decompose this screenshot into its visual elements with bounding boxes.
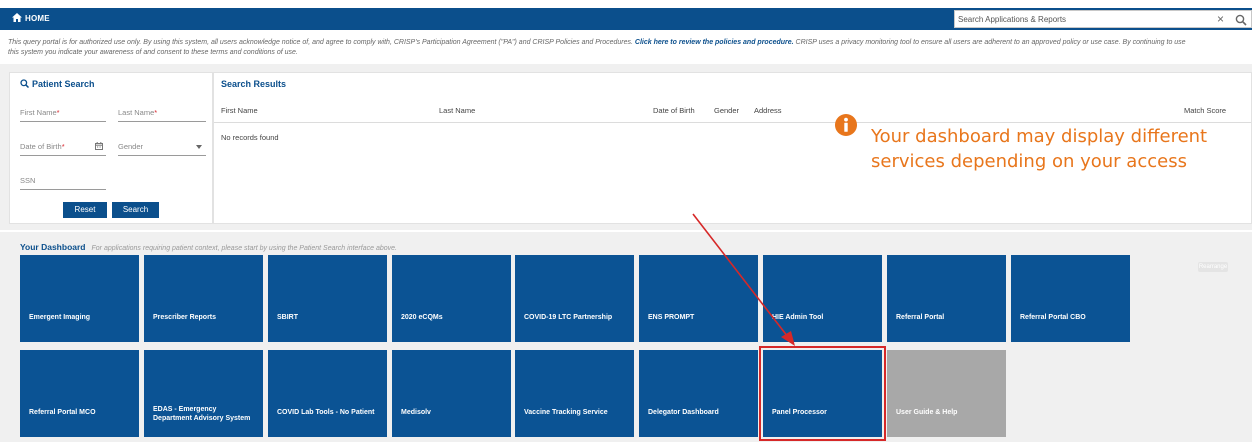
search-icon xyxy=(20,79,29,88)
tile-emergent-imaging[interactable]: Emergent Imaging xyxy=(20,255,139,342)
first-name-label: First Name xyxy=(20,108,57,117)
tile-2020-ecqms[interactable]: 2020 eCQMs xyxy=(392,255,511,342)
date-of-birth-field[interactable]: Date of Birth* xyxy=(20,140,106,156)
column-header-match-score[interactable]: Match Score xyxy=(1184,106,1226,115)
tile-user-guide-help[interactable]: User Guide & Help xyxy=(887,350,1006,437)
gender-label: Gender xyxy=(118,142,144,151)
tile-medisolv[interactable]: Medisolv xyxy=(392,350,511,437)
required-mark: * xyxy=(61,142,65,151)
no-records-message: No records found xyxy=(221,133,279,142)
rearrange-button[interactable]: Rearrange xyxy=(1198,262,1228,272)
search-results-title: Search Results xyxy=(221,79,287,89)
column-header-last-name[interactable]: Last Name xyxy=(439,106,475,115)
home-label: HOME xyxy=(25,14,50,23)
tile-panel-processor[interactable]: Panel Processor xyxy=(763,350,882,437)
ssn-field[interactable]: SSN xyxy=(20,174,106,190)
gender-select[interactable]: Gender xyxy=(118,140,206,156)
dob-label: Date of Birth xyxy=(20,142,62,151)
column-header-first-name[interactable]: First Name xyxy=(221,106,258,115)
patient-search-title: Patient Search xyxy=(20,79,95,89)
last-name-field[interactable]: Last Name* xyxy=(118,106,206,122)
required-mark: * xyxy=(154,108,158,117)
dashboard-title: Your Dashboard For applications requiring… xyxy=(20,242,397,252)
required-mark: * xyxy=(56,108,60,117)
info-icon xyxy=(835,114,857,136)
patient-search-panel: Patient Search First Name* Last Name* Da… xyxy=(9,72,213,224)
app-search-box: × xyxy=(954,10,1252,28)
policies-link[interactable]: Click here to review the policies and pr… xyxy=(635,39,794,46)
tile-delegator-dashboard[interactable]: Delegator Dashboard xyxy=(639,350,758,437)
home-link[interactable]: HOME xyxy=(12,8,50,30)
tile-covid-19-ltc-partnership[interactable]: COVID-19 LTC Partnership xyxy=(515,255,634,342)
column-header-gender[interactable]: Gender xyxy=(714,106,739,115)
column-header-date-of-birth[interactable]: Date of Birth xyxy=(653,106,695,115)
tile-referral-portal[interactable]: Referral Portal xyxy=(887,255,1006,342)
patient-search-title-text: Patient Search xyxy=(32,79,95,89)
tile-ens-prompt[interactable]: ENS PROMPT xyxy=(639,255,758,342)
usage-disclaimer: This query portal is for authorized use … xyxy=(8,38,1252,58)
disclaimer-line-2: this system you indicate your awareness … xyxy=(8,49,298,56)
reset-button[interactable]: Reset xyxy=(63,202,107,218)
dashboard-hint: For applications requiring patient conte… xyxy=(91,245,397,252)
tile-referral-portal-cbo[interactable]: Referral Portal CBO xyxy=(1011,255,1130,342)
disclaimer-text-continued: CRISP uses a privacy monitoring tool to … xyxy=(793,39,1186,46)
search-button[interactable]: Search xyxy=(112,202,159,218)
app-search-input[interactable] xyxy=(958,12,1198,26)
chevron-down-icon xyxy=(196,145,202,149)
dashboard-title-text: Your Dashboard xyxy=(20,242,86,252)
calendar-icon[interactable] xyxy=(95,142,103,150)
dashboard-callout-text: Your dashboard may display different ser… xyxy=(871,126,1208,172)
ssn-label: SSN xyxy=(20,176,36,185)
search-icon[interactable] xyxy=(1235,14,1247,26)
top-nav-bar: HOME × xyxy=(0,8,1252,30)
disclaimer-text: This query portal is for authorized use … xyxy=(8,39,635,46)
home-icon xyxy=(12,13,22,22)
tile-sbirt[interactable]: SBIRT xyxy=(268,255,387,342)
results-table-header: First Name Last Name Date of Birth Gende… xyxy=(214,97,1251,123)
clear-icon[interactable]: × xyxy=(1217,12,1224,26)
tile-prescriber-reports[interactable]: Prescriber Reports xyxy=(144,255,263,342)
tile-edas[interactable]: EDAS - Emergency Department Advisory Sys… xyxy=(144,350,263,437)
tile-referral-portal-mco[interactable]: Referral Portal MCO xyxy=(20,350,139,437)
last-name-label: Last Name xyxy=(118,108,155,117)
tile-vaccine-tracking-service[interactable]: Vaccine Tracking Service xyxy=(515,350,634,437)
column-header-address[interactable]: Address xyxy=(754,106,782,115)
tile-hie-admin-tool[interactable]: HIE Admin Tool xyxy=(763,255,882,342)
first-name-field[interactable]: First Name* xyxy=(20,106,106,122)
tile-covid-lab-tools[interactable]: COVID Lab Tools - No Patient xyxy=(268,350,387,437)
